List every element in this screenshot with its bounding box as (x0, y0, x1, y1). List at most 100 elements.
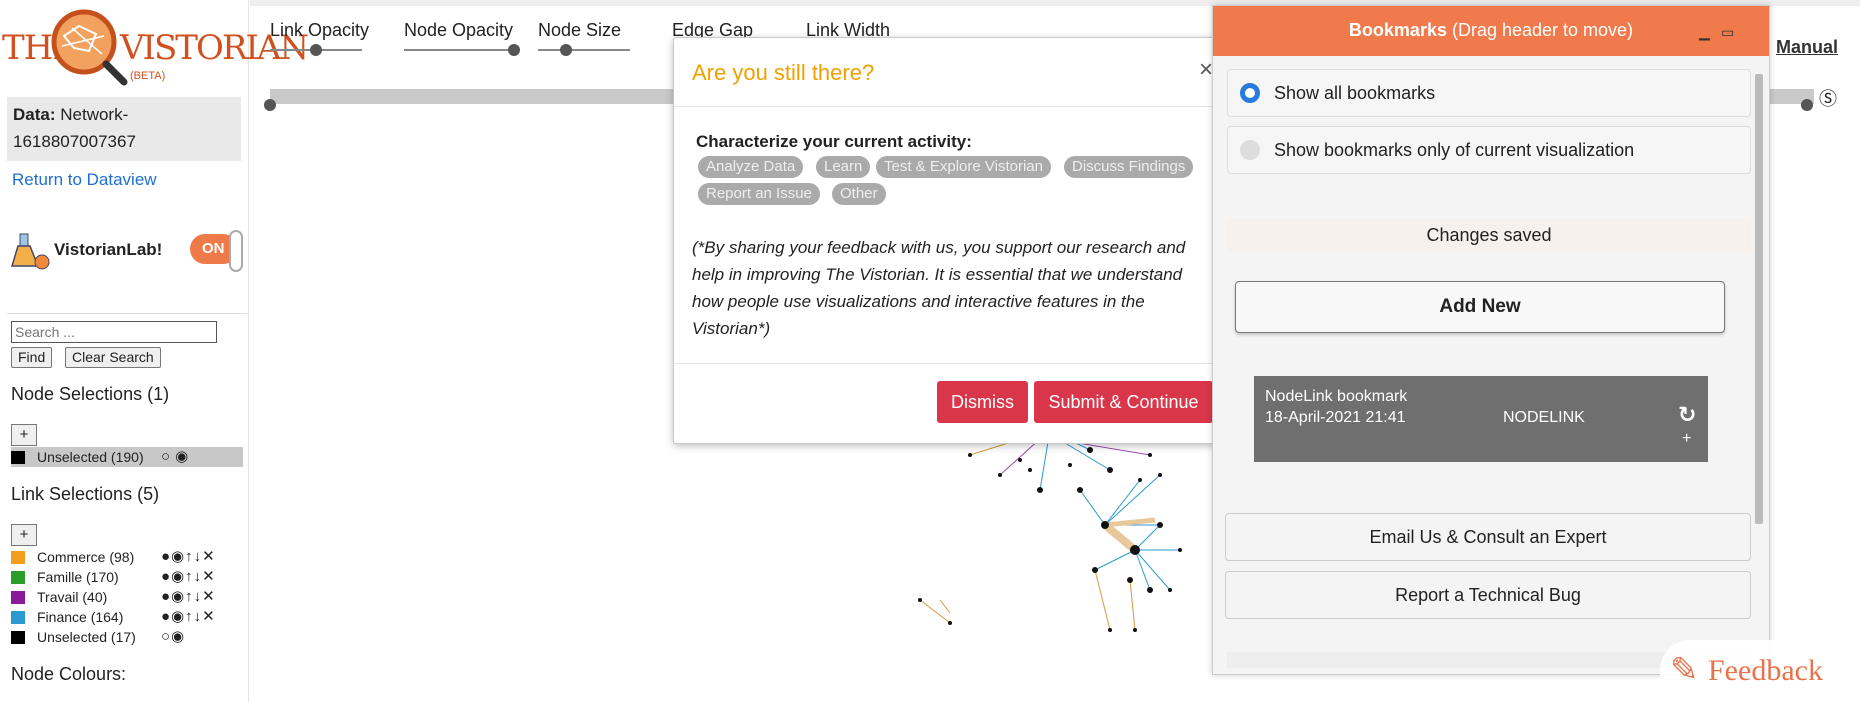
modal-title: Are you still there? (692, 60, 875, 85)
node-colours-title: Node Colours: (11, 664, 127, 684)
vistorian-logo: THE VISTORIAN (BETA) (2, 6, 309, 88)
bookmarks-title: Bookmarks (1348, 20, 1447, 40)
slider-handle-node-opacity[interactable] (508, 44, 520, 56)
selection-color-swatch (11, 571, 25, 584)
bookmarks-subtitle: (Drag header to move) (1446, 20, 1634, 40)
maximize-icon[interactable]: ▭ (1721, 24, 1734, 41)
selection-color-swatch (11, 451, 25, 464)
selection-color-swatch (11, 591, 25, 604)
selection-name: Travail (40) (37, 589, 108, 605)
toggle-knob[interactable] (229, 230, 243, 272)
find-button[interactable]: Find (11, 347, 53, 368)
slider-track-node-opacity[interactable] (404, 49, 514, 51)
link-selection-row[interactable]: Finance (164) ●◉↑↓✕ (11, 607, 243, 627)
bookmark-type: NODELINK (1503, 409, 1585, 426)
search-input[interactable] (11, 321, 217, 343)
add-node-selection-button[interactable]: + (11, 424, 37, 446)
add-new-bookmark-button[interactable]: Add New (1235, 281, 1725, 333)
lab-flask-icon (10, 233, 50, 270)
edit-icon: ✎ (1670, 652, 1699, 689)
scrollbar-thumb[interactable] (1755, 74, 1763, 524)
selection-name: Unselected (190) (37, 449, 144, 465)
activity-chip-other[interactable]: Other (832, 183, 886, 205)
selection-panel: Find Clear Search Node Selections (1) + … (7, 313, 247, 703)
activity-chip-learn[interactable]: Learn (816, 156, 871, 178)
globe-magnifier-icon (51, 9, 128, 86)
vistorian-lab-label: VistorianLab! (54, 240, 163, 259)
time-bar-s-icon[interactable]: Ⓢ (1819, 85, 1837, 111)
add-icon[interactable]: + (1682, 430, 1691, 448)
modal-note: (*By sharing your feedback with us, you … (692, 238, 1186, 338)
bookmark-date: 18-April-2021 21:41 (1265, 409, 1406, 426)
selection-color-swatch (11, 551, 25, 564)
activity-chip-analyze-data[interactable]: Analyze Data (698, 156, 804, 178)
slider-track-node-size[interactable] (538, 49, 630, 51)
option-show-all-label: Show all bookmarks (1274, 83, 1436, 103)
selection-action-icons[interactable]: ●◉↑↓✕ (161, 567, 216, 587)
option-show-current-label: Show bookmarks only of current visualiza… (1274, 140, 1635, 160)
selection-name: Famille (170) (37, 569, 119, 585)
link-selection-row[interactable]: Commerce (98) ●◉↑↓✕ (11, 547, 243, 567)
activity-chip-report-issue[interactable]: Report an Issue (698, 183, 820, 205)
time-range-handle-right[interactable] (1801, 99, 1813, 111)
submit-continue-button[interactable]: Submit & Continue (1034, 381, 1213, 423)
node-selection-row[interactable]: Unselected (190) ○ ◉ (11, 447, 243, 467)
radio-selected-icon[interactable] (1240, 83, 1260, 103)
report-bug-button[interactable]: Report a Technical Bug (1225, 571, 1751, 619)
selection-action-icons[interactable]: ●◉↑↓✕ (161, 547, 216, 567)
bookmarks-panel: Bookmarks (Drag header to move) ▁ ▭ Show… (1212, 5, 1770, 675)
selection-name: Unselected (17) (37, 629, 136, 645)
slider-label-node-size: Node Size (538, 20, 622, 40)
vistorian-lab-toggle[interactable]: ON (178, 230, 243, 272)
refresh-icon[interactable]: ↻ (1678, 402, 1696, 428)
radio-unselected-icon[interactable] (1240, 140, 1260, 160)
modal-divider (674, 363, 1231, 364)
save-status: Changes saved (1227, 218, 1751, 252)
return-to-dataview-link[interactable]: Return to Dataview (12, 170, 157, 190)
email-expert-button[interactable]: Email Us & Consult an Expert (1225, 513, 1751, 561)
slider-label-link-opacity: Link Opacity (270, 20, 370, 40)
data-info: Data: Network-1618807007367 (7, 97, 241, 161)
bookmark-card[interactable]: NodeLink bookmark 18-April-2021 21:41 NO… (1254, 376, 1708, 462)
activity-modal: Are you still there? × Characterize your… (673, 37, 1232, 444)
modal-divider (674, 106, 1231, 107)
link-selections-title: Link Selections (5) (11, 484, 160, 504)
selection-name: Finance (164) (37, 609, 124, 625)
option-show-current[interactable]: Show bookmarks only of current visualiza… (1227, 126, 1751, 174)
feedback-label: Feedback (1708, 654, 1823, 687)
selection-action-icons[interactable]: ○◉ (161, 627, 185, 647)
close-icon[interactable]: × (1199, 56, 1213, 84)
manual-link[interactable]: Manual (1776, 37, 1838, 58)
activity-chip-discuss-findings[interactable]: Discuss Findings (1064, 156, 1194, 178)
vistorian-lab-row: VistorianLab! ON (10, 228, 243, 278)
link-selection-row[interactable]: Unselected (17) ○◉ (11, 627, 243, 647)
selection-color-swatch (11, 631, 25, 644)
selection-action-icons[interactable]: ●◉↑↓✕ (161, 607, 216, 627)
time-range-handle-left[interactable] (264, 99, 276, 111)
activity-label: Characterize your current activity: (696, 132, 972, 151)
data-label: Data: (13, 105, 56, 124)
sidebar: THE VISTORIAN (BETA) Data: Network-16188… (0, 0, 309, 703)
logo-beta: (BETA) (130, 70, 166, 82)
network-graph[interactable] (900, 430, 1230, 650)
vertical-scrollbar[interactable] (1751, 66, 1767, 646)
minimize-icon[interactable]: ▁ (1699, 24, 1710, 41)
slider-handle-node-size[interactable] (559, 44, 572, 56)
bookmarks-header[interactable]: Bookmarks (Drag header to move) (1213, 6, 1769, 56)
node-selections-title: Node Selections (1) (11, 384, 170, 404)
link-selection-row[interactable]: Famille (170) ●◉↑↓✕ (11, 567, 243, 587)
slider-handle-link-opacity[interactable] (310, 44, 322, 56)
selection-action-icons[interactable]: ○ ◉ (161, 447, 189, 467)
activity-chip-test-explore[interactable]: Test & Explore Vistorian (876, 156, 1051, 178)
feedback-button[interactable]: ✎ Feedback (1660, 640, 1850, 702)
selection-name: Commerce (98) (37, 549, 135, 565)
add-link-selection-button[interactable]: + (11, 524, 37, 546)
bookmark-name: NodeLink bookmark (1265, 388, 1408, 405)
selection-color-swatch (11, 611, 25, 624)
slider-label-node-opacity: Node Opacity (404, 20, 514, 40)
link-selection-row[interactable]: Travail (40) ●◉↑↓✕ (11, 587, 243, 607)
clear-search-button[interactable]: Clear Search (65, 347, 161, 368)
selection-action-icons[interactable]: ●◉↑↓✕ (161, 587, 216, 607)
option-show-all[interactable]: Show all bookmarks (1227, 69, 1751, 117)
dismiss-button[interactable]: Dismiss (937, 381, 1028, 423)
